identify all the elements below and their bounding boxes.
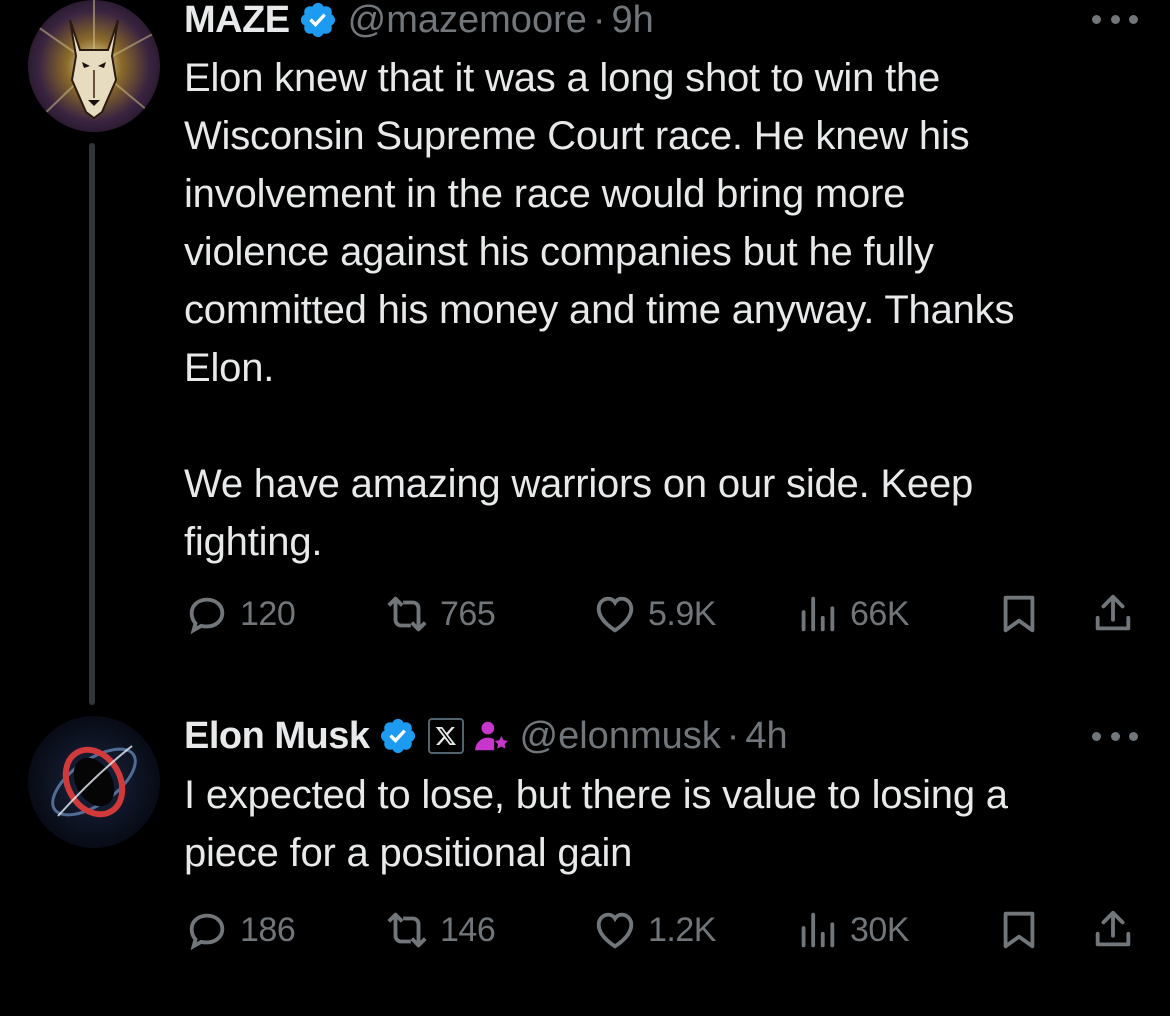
more-options-icon[interactable] [1092,729,1138,743]
views-count: 66K [850,594,910,633]
share-button[interactable] [1090,590,1146,638]
repost-button[interactable]: 146 [384,906,496,954]
tweet-header: MAZE @mazemoore · 9h [184,0,654,44]
avatar-elon[interactable] [28,716,160,848]
share-button[interactable] [1090,906,1146,954]
timestamp[interactable]: 4h [745,715,787,758]
repost-icon [387,596,427,632]
separator-dot: · [726,714,740,757]
tweet-elon[interactable]: Elon Musk @elonmusk · 4h I expected to l… [0,700,1170,1016]
reply-count: 186 [240,910,296,949]
heart-icon [596,912,634,949]
thread-connector-line [89,143,95,705]
reply-icon [189,913,225,951]
share-icon [1095,594,1131,631]
views-count: 30K [850,910,910,949]
tweet-text: Elon knew that it was a long shot to win… [184,56,1015,564]
author-handle[interactable]: @mazemoore [348,0,587,42]
tweet-maze[interactable]: MAZE @mazemoore · 9h Elon knew that it w… [0,0,1170,705]
verified-badge-icon[interactable] [378,716,418,756]
views-bar-chart-icon [801,912,835,948]
like-button[interactable]: 1.2K [592,906,716,954]
reply-button[interactable]: 186 [184,906,296,954]
tweet-actions: 186 146 1.2K 30K [184,906,1144,954]
tweet-header: Elon Musk @elonmusk · 4h [184,712,788,760]
bookmark-button[interactable] [996,590,1052,638]
like-count: 5.9K [648,594,716,633]
author-name[interactable]: MAZE [184,0,290,42]
government-person-icon[interactable] [472,717,510,755]
x-affiliate-badge[interactable] [427,718,464,754]
doberman-avatar-icon [28,0,160,132]
bookmark-icon [1003,911,1035,949]
bookmark-button[interactable] [996,906,1052,954]
repost-count: 765 [440,594,496,633]
views-button[interactable]: 66K [794,590,910,638]
reply-count: 120 [240,594,296,633]
bookmark-icon [1003,595,1035,633]
timestamp[interactable]: 9h [612,0,654,42]
repost-icon [387,912,427,948]
x-logo-icon [435,727,456,745]
views-bar-chart-icon [801,596,835,632]
verified-badge-icon[interactable] [298,0,338,40]
avatar-maze[interactable] [28,0,160,132]
tweet-actions: 120 765 5.9K 66K [184,590,1144,638]
more-options-icon[interactable] [1092,12,1138,26]
author-handle[interactable]: @elonmusk [520,715,721,758]
heart-icon [596,596,634,633]
tweet-text: I expected to lose, but there is value t… [184,773,1008,875]
reply-icon [189,597,225,635]
author-name[interactable]: Elon Musk [184,715,370,758]
black-hole-avatar-icon [28,716,160,848]
like-button[interactable]: 5.9K [592,590,716,638]
repost-button[interactable]: 765 [384,590,496,638]
like-count: 1.2K [648,910,716,949]
separator-dot: · [592,0,606,41]
reply-button[interactable]: 120 [184,590,296,638]
repost-count: 146 [440,910,496,949]
share-icon [1095,910,1131,947]
views-button[interactable]: 30K [794,906,910,954]
